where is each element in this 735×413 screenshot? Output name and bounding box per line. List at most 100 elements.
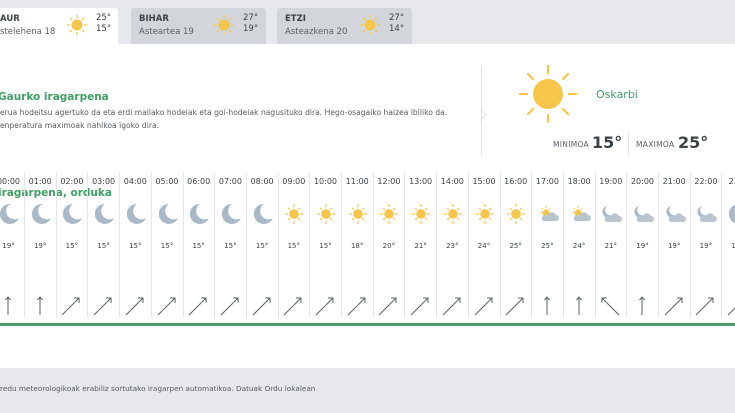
- wind-arrow-northeast-icon: [313, 294, 337, 318]
- hour-column: 11:00 18°: [342, 172, 374, 318]
- moon-icon: [0, 202, 22, 226]
- hour-label: 20:00: [630, 177, 655, 186]
- tab-date: Asteartea 19: [139, 27, 194, 37]
- hour-column: 02:00 15°: [56, 172, 89, 318]
- wind-arrow-northeast-icon: [91, 294, 115, 318]
- wind-arrow-northeast-icon: [250, 294, 274, 318]
- sun-icon: [503, 202, 529, 226]
- min-temp: 15°: [592, 133, 623, 152]
- sun-icon: [345, 202, 371, 226]
- hourly-forecast: 00:00 19° 01:00 19° 02:00 15° 03:00 15° 04:00 15°…: [0, 172, 735, 318]
- hour-temp: 15°: [65, 242, 79, 250]
- hour-temp: 15°: [129, 242, 142, 250]
- divider: [0, 323, 735, 326]
- tab-today[interactable]: AUR stelehena 18 25° 15°: [0, 8, 118, 44]
- sun-icon: [66, 14, 88, 40]
- hour-label: 16:00: [504, 177, 528, 186]
- partly-cloudy-moon-icon: [693, 202, 719, 226]
- hour-temp: 19°: [2, 242, 15, 250]
- wind-arrow-north-icon: [567, 294, 591, 318]
- hour-label: 07:00: [218, 177, 242, 186]
- hour-column: 01:00 19°: [25, 172, 57, 318]
- condition-label: Oskarbi: [596, 88, 638, 101]
- sun-icon: [359, 14, 381, 40]
- hour-label: 00:00: [0, 177, 21, 186]
- wind-arrow-north-icon: [535, 294, 559, 318]
- sun-icon: [376, 202, 402, 226]
- hour-temp: 21°: [604, 242, 617, 250]
- day-tabs: AUR stelehena 18 25° 15° BIHAR Asteartea…: [0, 0, 735, 44]
- tab-max-temp: 27°: [243, 13, 259, 23]
- hour-temp: 21°: [414, 242, 427, 250]
- moon-icon: [59, 202, 85, 226]
- moon-icon: [123, 202, 149, 226]
- hour-label: 08:00: [250, 177, 274, 186]
- sun-icon: [408, 202, 434, 226]
- hour-column: 12:00 20°: [373, 172, 406, 318]
- hour-column: 05:00 15°: [152, 172, 184, 318]
- sun-icon: [313, 202, 339, 226]
- hour-column: 06:00 15°: [183, 172, 216, 318]
- partly-cloudy-sun-icon: [535, 202, 561, 226]
- wind-arrow-northeast-icon: [123, 294, 147, 318]
- footer-note: redu meteorologikoak erabiliz sortutako …: [0, 384, 316, 393]
- chevron-right-icon: [479, 108, 487, 122]
- hour-temp: 24°: [477, 242, 491, 250]
- hour-label: 13:00: [409, 177, 433, 186]
- wind-arrow-northeast-icon: [376, 294, 400, 318]
- hour-temp: 15°: [97, 242, 110, 250]
- hour-label: 23:0: [728, 177, 735, 186]
- wind-arrow-northeast-icon: [281, 294, 305, 318]
- hour-temp: 20°: [382, 242, 396, 250]
- sun-icon: [518, 64, 578, 128]
- tab-day: AUR: [0, 14, 20, 24]
- hour-label: 09:00: [282, 177, 306, 186]
- moon-icon: [91, 202, 117, 226]
- hour-label: 02:00: [60, 177, 84, 186]
- hour-column: 16:00 25°: [500, 172, 533, 318]
- hour-column: 07:00 15°: [215, 172, 247, 318]
- wind-arrow-northeast-icon: [155, 294, 179, 318]
- moon-icon: [250, 202, 276, 226]
- partly-cloudy-moon-icon: [630, 202, 656, 226]
- hour-label: 22:00: [694, 177, 718, 186]
- wind-arrow-northeast-icon: [218, 294, 242, 318]
- hour-column: 09:00 15°: [278, 172, 311, 318]
- tab-min-temp: 15°: [96, 24, 112, 34]
- partly-cloudy-moon-icon: [598, 202, 624, 226]
- hour-column: 17:00 25°: [532, 172, 564, 318]
- divider: [628, 132, 629, 156]
- hour-label: 05:00: [155, 177, 179, 186]
- wind-arrow-northeast-icon: [345, 294, 369, 318]
- hour-label: 12:00: [377, 177, 401, 186]
- bottom-strip: [0, 405, 735, 413]
- wind-arrow-northeast-icon: [408, 294, 432, 318]
- hour-column: 13:00 21°: [405, 172, 438, 318]
- tab-min-temp: 19°: [243, 24, 259, 34]
- hour-temp: 19°: [33, 242, 47, 250]
- hour-temp: 19°: [699, 242, 713, 250]
- hour-column: 23:0 18°: [722, 172, 735, 318]
- max-label: MAXIMOA: [636, 140, 675, 149]
- min-label: MINIMOA: [553, 140, 589, 149]
- hour-temp: 24°: [572, 242, 586, 250]
- tab-tomorrow[interactable]: BIHAR Asteartea 19 27° 19°: [131, 8, 266, 44]
- hour-label: 19:00: [599, 177, 623, 186]
- tab-date: Asteazkena 20: [285, 27, 348, 37]
- hour-temp: 15°: [319, 242, 332, 250]
- sun-icon: [281, 202, 307, 226]
- hour-label: 15:00: [472, 177, 496, 186]
- tab-day-after[interactable]: ETZI Asteazkena 20 27° 14°: [277, 8, 412, 44]
- sun-icon: [440, 202, 466, 226]
- hour-column: 21:00 19°: [659, 172, 691, 318]
- hour-temp: 15°: [287, 242, 300, 250]
- hour-column: 15:00 24°: [469, 172, 501, 318]
- today-summary: erua hodeitsu agertuko da eta erdi maila…: [0, 106, 470, 132]
- wind-arrow-north-icon: [0, 294, 20, 318]
- hour-temp: 15°: [255, 242, 269, 250]
- sun-icon: [213, 14, 235, 40]
- tab-day: ETZI: [285, 14, 306, 24]
- today-title: Gaurko iragarpena: [0, 91, 109, 103]
- tab-max-temp: 25°: [96, 13, 112, 23]
- hour-label: 14:00: [440, 177, 464, 186]
